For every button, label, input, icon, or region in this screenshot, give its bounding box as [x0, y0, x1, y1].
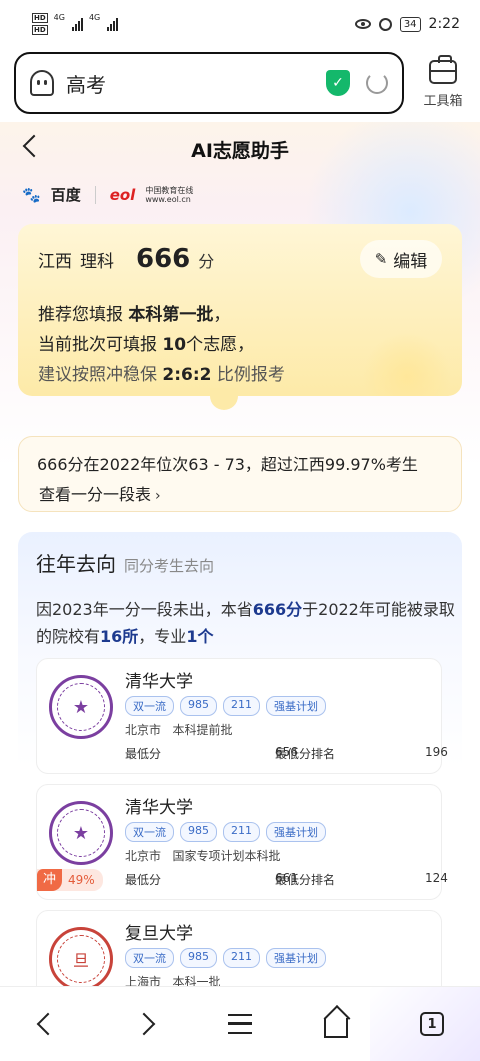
reload-icon[interactable]: [366, 72, 388, 94]
university-stats: 最低分 656 最低分排名 196: [125, 745, 448, 761]
logo-divider: [94, 185, 96, 204]
nav-forward-button[interactable]: [96, 987, 192, 1061]
tabs-count-icon: 1: [420, 1012, 444, 1036]
score-value: 666: [136, 244, 191, 274]
tag: 211: [223, 948, 260, 968]
history-card: 往年去向 同分考生去向 因2023年一分一段未出，本省666分于2022年可能被…: [18, 532, 462, 986]
signal-icon: [71, 17, 83, 31]
university-card[interactable]: ★ 清华大学 双一流 985 211 强基计划 北京市 国家专项计划本科批 最低…: [36, 784, 448, 900]
pencil-icon: ✎: [374, 250, 388, 268]
track: 理科: [80, 252, 114, 272]
tsinghua-seal-icon: ★: [49, 675, 113, 739]
card-notch: [210, 388, 238, 410]
alarm-icon: [378, 17, 392, 31]
university-card[interactable]: ★ 清华大学 双一流 985 211 强基计划 北京市 本科提前批 最低分 65…: [36, 658, 448, 774]
ratio-line: 建议按照冲稳保 2:6:2 比例报考: [38, 365, 285, 385]
recommend-batch-line: 推荐您填报 本科第一批，: [38, 305, 231, 325]
university-name: 清华大学: [125, 798, 193, 818]
page-title: AI志愿助手: [191, 140, 289, 162]
risk-badge: 冲 49%: [37, 869, 103, 891]
signal-icon: [107, 17, 119, 31]
tag: 211: [223, 822, 260, 842]
hd-badge: HD: [32, 13, 48, 23]
edit-button[interactable]: ✎ 编辑: [360, 240, 442, 278]
tag: 985: [180, 948, 217, 968]
tag: 双一流: [125, 822, 174, 842]
bottom-nav: 1: [0, 986, 480, 1061]
menu-icon: [228, 1014, 252, 1034]
rank-summary: 666分在2022年位次63 - 73，超过江西99.97%考生: [37, 455, 418, 474]
nav-tabs-button[interactable]: 1: [384, 987, 480, 1061]
rank-card[interactable]: 666分在2022年位次63 - 73，超过江西99.97%考生 查看一分一段表…: [18, 436, 462, 512]
hd-badge: HD: [32, 25, 48, 35]
address-bar[interactable]: 高考 ✓: [14, 52, 404, 114]
university-location: 北京市 本科提前批: [125, 723, 233, 737]
score-table-link[interactable]: 查看一分一段表 ›: [39, 481, 443, 505]
chevron-right-icon: ›: [155, 488, 161, 504]
chevron-left-icon: [36, 1012, 60, 1036]
score-unit: 分: [198, 252, 215, 271]
chong-label: 冲: [37, 869, 63, 891]
score-card: 江西 理科 666 分 ✎ 编辑 推荐您填报 本科第一批， 当前批次可填报 10…: [18, 224, 462, 396]
network-type: 4G: [88, 13, 101, 22]
page-content: AI志愿助手 🐾 百度 eol 中国教育在线 www.eol.cn 江西 理科 …: [0, 122, 480, 986]
eol-logo-url: www.eol.cn: [145, 194, 191, 204]
battery-icon: 34: [399, 16, 421, 32]
university-location: 北京市 国家专项计划本科批: [125, 849, 281, 863]
status-bar: HD HD 4G 4G 34 2:22: [0, 0, 480, 48]
volunteer-count-line: 当前批次可填报 10个志愿，: [38, 335, 255, 355]
chevron-right-icon: [132, 1012, 156, 1036]
baidu-paw-icon: 🐾: [22, 185, 41, 204]
history-subtitle: 同分考生去向: [124, 557, 215, 575]
page-header: AI志愿助手: [0, 122, 480, 178]
tag: 985: [180, 822, 217, 842]
university-name: 清华大学: [125, 672, 193, 692]
eye-icon: [354, 19, 371, 29]
partner-logos: 🐾 百度 eol 中国教育在线 www.eol.cn: [22, 184, 193, 205]
university-name: 复旦大学: [125, 924, 193, 944]
nav-back-button[interactable]: [0, 987, 96, 1061]
tsinghua-seal-icon: ★: [49, 801, 113, 865]
network-type: 4G: [53, 13, 65, 22]
tag: 211: [223, 696, 260, 716]
province: 江西: [38, 252, 72, 272]
nav-menu-button[interactable]: [192, 987, 288, 1061]
tag: 双一流: [125, 948, 174, 968]
chong-percent: 49%: [68, 873, 95, 887]
baidu-logo: 百度: [50, 186, 81, 204]
clock: 2:22: [428, 16, 460, 32]
eol-logo-cn: 中国教育在线: [145, 185, 194, 195]
tag: 强基计划: [266, 948, 326, 968]
history-description: 因2023年一分一段未出，本省666分于2022年可能被录取的院校有16所，专业…: [36, 600, 455, 646]
university-location: 上海市 本科一批: [125, 975, 221, 986]
university-card[interactable]: 旦 复旦大学 双一流 985 211 强基计划 上海市 本科一批: [36, 910, 442, 986]
tag: 985: [180, 696, 217, 716]
toolbox-button[interactable]: 工具箱: [416, 55, 470, 109]
edit-label: 编辑: [393, 251, 428, 272]
toolbox-label: 工具箱: [423, 94, 463, 109]
shield-check-icon[interactable]: ✓: [326, 70, 350, 96]
tag: 双一流: [125, 696, 174, 716]
university-stats: 最低分 661 最低分排名 124: [125, 871, 448, 887]
history-title: 往年去向: [36, 552, 116, 576]
eol-logo: eol: [109, 185, 136, 204]
tag: 强基计划: [266, 696, 326, 716]
fudan-seal-icon: 旦: [49, 927, 113, 986]
toolbox-icon: [429, 55, 457, 84]
tag: 强基计划: [266, 822, 326, 842]
ghost-icon: [30, 70, 54, 96]
home-icon: [324, 1018, 348, 1038]
address-text[interactable]: 高考: [66, 69, 326, 98]
nav-home-button[interactable]: [288, 987, 384, 1061]
